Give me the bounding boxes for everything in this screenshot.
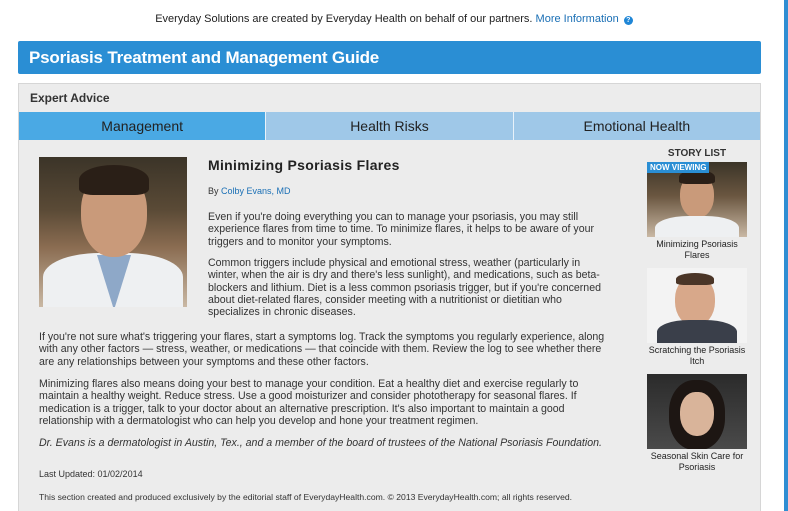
story-caption[interactable]: Minimizing Psoriasis Flares	[647, 239, 747, 260]
author-photo	[39, 157, 187, 307]
window-edge	[784, 0, 788, 511]
byline-prefix: By	[208, 186, 219, 196]
story-thumbnail[interactable]	[647, 268, 747, 343]
article-paragraph: Even if you're doing everything you can …	[208, 211, 595, 248]
panel-title: Expert Advice	[30, 91, 110, 105]
story-item[interactable]: Scratching the Psoriasis Itch	[647, 268, 747, 366]
author-link[interactable]: Colby Evans, MD	[221, 186, 291, 196]
article-title: Minimizing Psoriasis Flares	[208, 157, 400, 173]
story-item[interactable]: Seasonal Skin Care for Psoriasis	[647, 374, 747, 472]
story-thumbnail[interactable]	[647, 162, 747, 237]
author-bio: Dr. Evans is a dermatologist in Austin, …	[39, 437, 602, 449]
story-list: STORY LIST NOW VIEWING Minimizing Psoria…	[647, 148, 747, 472]
tab-emotional-health[interactable]: Emotional Health	[513, 112, 760, 140]
tab-management[interactable]: Management	[19, 112, 267, 140]
partner-disclaimer-bar: Everyday Solutions are created by Everyd…	[0, 13, 788, 25]
article-paragraph: Minimizing flares also means doing your …	[39, 378, 579, 427]
last-updated: Last Updated: 01/02/2014	[39, 469, 143, 479]
tab-health-risks[interactable]: Health Risks	[266, 112, 514, 140]
story-list-title: STORY LIST	[667, 148, 727, 159]
more-information-link[interactable]: More Information	[536, 13, 619, 25]
article-paragraph: If you're not sure what's triggering you…	[39, 331, 605, 368]
story-thumbnail[interactable]	[647, 374, 747, 449]
now-viewing-badge: NOW VIEWING	[647, 162, 710, 173]
tab-bar: Management Health Risks Emotional Health	[19, 112, 760, 140]
article-paragraph: Common triggers include physical and emo…	[208, 257, 601, 319]
story-item[interactable]: NOW VIEWING Minimizing Psoriasis Flares	[647, 162, 747, 260]
expert-advice-panel: Expert Advice Management Health Risks Em…	[18, 83, 761, 511]
copyright-note: This section created and produced exclus…	[39, 492, 573, 502]
story-caption[interactable]: Scratching the Psoriasis Itch	[647, 345, 747, 366]
disclaimer-text: Everyday Solutions are created by Everyd…	[155, 13, 533, 25]
guide-header: Psoriasis Treatment and Management Guide	[18, 41, 761, 74]
byline: By Colby Evans, MD	[208, 186, 291, 196]
page-title: Psoriasis Treatment and Management Guide	[29, 48, 380, 67]
help-icon[interactable]: ?	[623, 16, 633, 25]
story-caption[interactable]: Seasonal Skin Care for Psoriasis	[647, 451, 747, 472]
